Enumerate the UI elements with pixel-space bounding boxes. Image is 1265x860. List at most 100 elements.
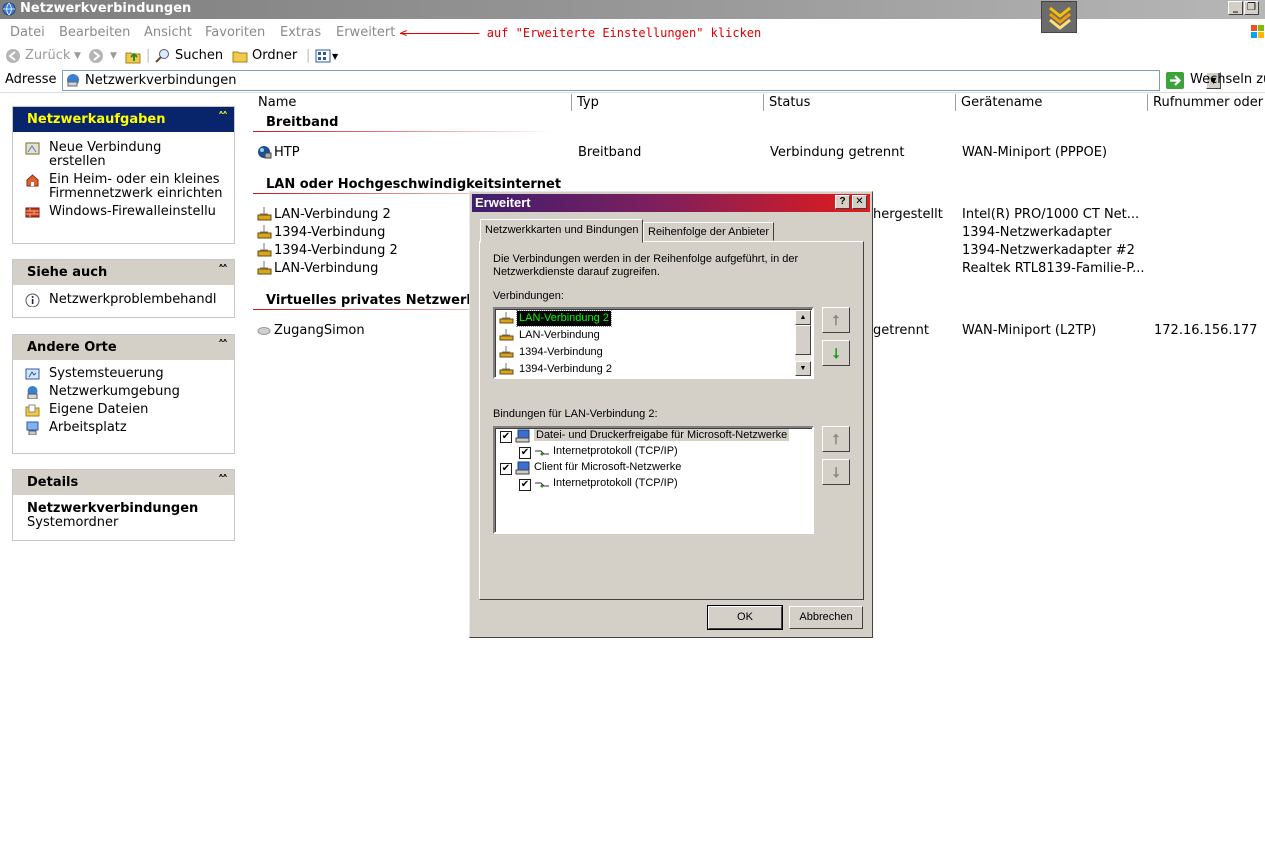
conn-1394-2-name[interactable]: 1394-Verbindung 2 xyxy=(274,243,398,258)
conn-1394-2-device: 1394-Netzwerkadapter #2 xyxy=(962,243,1135,258)
binding-checkbox[interactable]: ✔ xyxy=(500,463,512,475)
scroll-thumb[interactable] xyxy=(795,325,811,355)
column-name[interactable]: Name xyxy=(253,94,572,111)
up-arrow-icon: ⭡ xyxy=(832,431,840,447)
windows-logo-icon xyxy=(1248,22,1265,42)
view-icon[interactable] xyxy=(315,48,331,64)
connection-item[interactable]: 1394-Verbindung 2 xyxy=(517,362,614,377)
dialog-close-button[interactable]: ✕ xyxy=(852,195,867,209)
forward-dropdown-icon[interactable]: ▼ xyxy=(110,51,117,61)
details-name: Netzwerkverbindungen xyxy=(27,501,199,516)
view-dropdown-icon[interactable]: ▼ xyxy=(332,52,338,61)
search-button[interactable]: Suchen xyxy=(175,48,223,63)
forward-arrow-icon[interactable] xyxy=(88,48,104,64)
conn-1394-name[interactable]: 1394-Verbindung xyxy=(274,225,385,240)
tab-provider-order[interactable]: Reihenfolge der Anbieter xyxy=(643,222,775,241)
column-phone[interactable]: Rufnummer oder Host xyxy=(1148,94,1265,111)
menu-favoriten[interactable]: Favoriten xyxy=(205,25,265,40)
connections-label: Verbindungen: xyxy=(493,290,564,302)
lan-connection-icon xyxy=(257,261,272,275)
lan-connection-icon xyxy=(257,225,272,239)
address-value: Netzwerkverbindungen xyxy=(85,73,237,88)
menu-erweitert[interactable]: Erweitert xyxy=(336,25,395,40)
connection-item-selected[interactable]: LAN-Verbindung 2 xyxy=(516,310,612,327)
network-connections-icon xyxy=(67,74,79,87)
cancel-button[interactable]: Abbrechen xyxy=(789,606,863,629)
connection-item[interactable]: LAN-Verbindung xyxy=(517,328,602,343)
menu-extras[interactable]: Extras xyxy=(280,25,321,40)
connections-scrollbar[interactable]: ▲ ▼ xyxy=(795,310,811,376)
back-dropdown-icon[interactable]: ▼ xyxy=(74,51,81,61)
search-icon xyxy=(155,49,169,63)
conn-htp-name[interactable]: HTP xyxy=(274,145,300,160)
move-up-button[interactable]: ⭡ xyxy=(822,307,850,333)
task-firewall-settings[interactable]: Windows-Firewalleinstellungen ändern xyxy=(13,205,223,233)
conn-lan-name[interactable]: LAN-Verbindung xyxy=(274,261,378,276)
connections-list[interactable]: LAN-Verbindung 2 LAN-Verbindung 1394-Ver… xyxy=(493,307,814,379)
bindings-list[interactable]: ✔ Datei- und Druckerfreigabe für Microso… xyxy=(493,426,814,534)
restore-button[interactable]: ❐ xyxy=(1244,1,1259,15)
tab-adapters-bindings[interactable]: Netzwerkkarten und Bindungen xyxy=(480,219,644,243)
binding-move-up-button[interactable]: ⭡ xyxy=(822,426,850,452)
place-my-computer[interactable]: Arbeitsplatz xyxy=(13,421,234,435)
toolbar: Zurück ▼ ▼ | Suchen Ordner | ▼ xyxy=(0,45,1265,68)
down-arrow-icon: ⭣ xyxy=(832,345,840,361)
folder-up-icon[interactable] xyxy=(125,48,141,64)
move-down-button[interactable]: ⭣ xyxy=(822,340,850,366)
conn-lan2-name[interactable]: LAN-Verbindung 2 xyxy=(274,207,391,222)
column-device[interactable]: Gerätename xyxy=(956,94,1148,111)
binding-item-client[interactable]: Client für Microsoft-Netzwerke xyxy=(534,461,681,473)
menu-ansicht[interactable]: Ansicht xyxy=(144,25,192,40)
task-new-connection[interactable]: Neue Verbindung erstellen xyxy=(13,141,213,169)
network-tasks-pane: Netzwerkaufgaben ˄˄ Neue Verbindung erst… xyxy=(12,106,235,244)
scroll-up-icon[interactable]: ▲ xyxy=(795,310,811,325)
column-status[interactable]: Status xyxy=(764,94,956,111)
see-also-pane: Siehe auch ˄˄ Netzwerkproblembehandlung xyxy=(12,259,235,318)
binding-checkbox[interactable]: ✔ xyxy=(519,447,531,459)
see-also-troubleshoot[interactable]: Netzwerkproblembehandlung xyxy=(13,293,216,307)
binding-move-down-button[interactable]: ⭣ xyxy=(822,459,850,485)
place-control-panel[interactable]: Systemsteuerung xyxy=(13,367,234,381)
lan-connection-icon xyxy=(499,363,514,375)
binding-item-file-sharing[interactable]: Datei- und Druckerfreigabe für Microsoft… xyxy=(534,429,790,441)
collapse-chevron-icon[interactable]: ˄˄ xyxy=(218,338,228,352)
up-arrow-icon: ⭡ xyxy=(832,312,840,328)
conn-htp-status: Verbindung getrennt xyxy=(770,145,905,160)
place-network-neighborhood[interactable]: Netzwerkumgebung xyxy=(13,385,234,399)
back-arrow-icon[interactable] xyxy=(5,48,21,64)
details-type: Systemordner xyxy=(27,515,119,530)
see-also-header[interactable]: Siehe auch ˄˄ xyxy=(13,260,234,285)
menu-datei[interactable]: Datei xyxy=(10,25,45,40)
dialog-title: Erweitert xyxy=(475,195,531,210)
binding-checkbox[interactable]: ✔ xyxy=(500,431,512,443)
task-home-network[interactable]: Ein Heim- oder ein kleines Firmennetzwer… xyxy=(13,173,223,201)
address-input[interactable]: Netzwerkverbindungen ▼ xyxy=(62,70,1221,91)
binding-item-tcpip[interactable]: Internetprotokoll (TCP/IP) xyxy=(553,445,678,457)
binding-checkbox[interactable]: ✔ xyxy=(519,479,531,491)
other-places-pane: Andere Orte ˄˄ Systemsteuerung Netzwerku… xyxy=(12,334,235,454)
conn-vpn-phone: 172.16.156.177 xyxy=(1154,323,1258,338)
collapse-chevron-icon[interactable]: ˄˄ xyxy=(218,263,228,277)
scroll-down-icon[interactable]: ▼ xyxy=(795,361,811,376)
collapse-chevron-icon[interactable]: ˄˄ xyxy=(218,473,228,487)
help-button[interactable]: ? xyxy=(835,195,850,209)
conn-vpn-name[interactable]: ZugangSimon xyxy=(274,323,365,338)
minimize-button[interactable]: _ xyxy=(1228,1,1243,15)
menu-bearbeiten[interactable]: Bearbeiten xyxy=(59,25,130,40)
network-tasks-header[interactable]: Netzwerkaufgaben ˄˄ xyxy=(13,107,234,132)
column-type[interactable]: Typ xyxy=(572,94,764,111)
back-button[interactable]: Zurück xyxy=(25,48,70,63)
place-my-documents[interactable]: Eigene Dateien xyxy=(13,403,234,417)
other-places-title: Andere Orte xyxy=(27,340,117,355)
binding-item-tcpip[interactable]: Internetprotokoll (TCP/IP) xyxy=(553,477,678,489)
go-button[interactable]: Wechseln zu xyxy=(1190,72,1265,87)
ok-button[interactable]: OK xyxy=(707,605,783,630)
other-places-header[interactable]: Andere Orte ˄˄ xyxy=(13,335,234,360)
go-arrow-icon[interactable] xyxy=(1166,72,1184,89)
lan-connection-icon xyxy=(499,312,514,324)
connection-item[interactable]: 1394-Verbindung xyxy=(517,345,605,360)
details-header[interactable]: Details ˄˄ xyxy=(13,470,234,495)
folders-button[interactable]: Ordner xyxy=(252,48,297,63)
collapse-chevron-icon[interactable]: ˄˄ xyxy=(218,110,228,124)
dialog-title-bar[interactable]: Erweitert ? ✕ xyxy=(472,194,870,212)
